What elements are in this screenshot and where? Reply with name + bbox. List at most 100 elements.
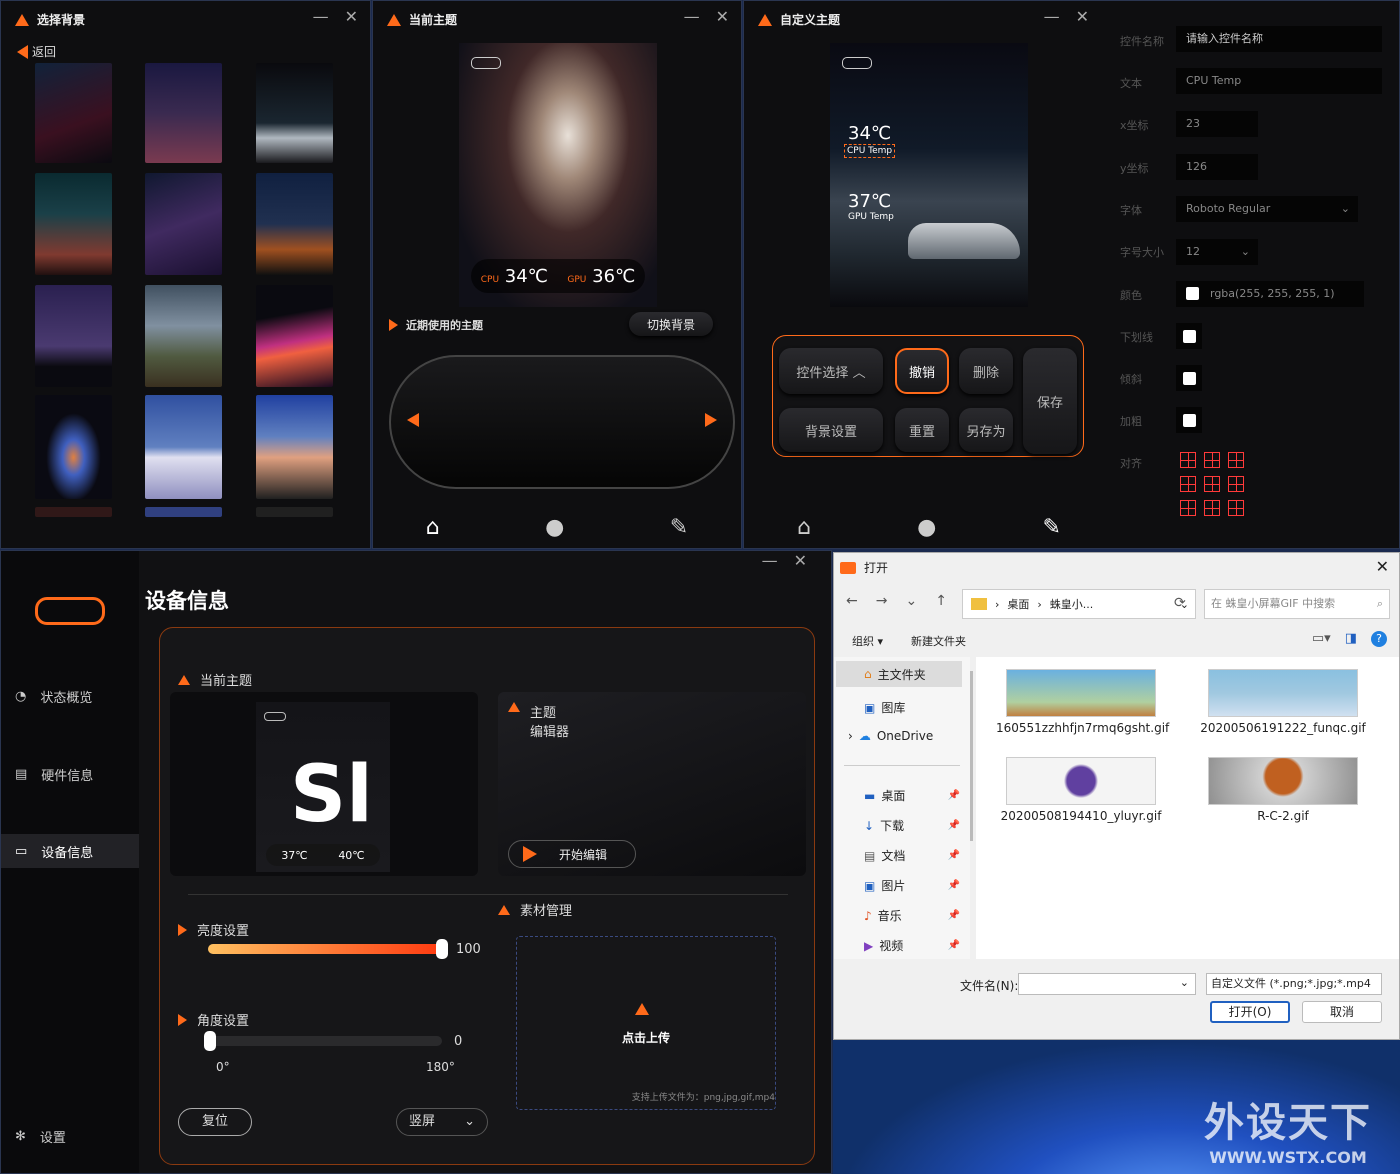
minimize-button[interactable]: — [1044,7,1060,26]
save-button[interactable]: 保存 [1023,348,1077,454]
current-theme-card[interactable]: Sl 37℃ 40℃ [170,692,478,876]
view-icon[interactable]: ▭▾ [1312,631,1331,647]
underline-checkbox[interactable] [1183,330,1196,343]
quick-pictures[interactable]: ▣ 图片 📌 [864,877,960,894]
background-thumbnail[interactable] [145,63,222,163]
recent-themes-carousel[interactable] [389,355,735,489]
background-thumbnail[interactable] [35,507,112,517]
open-button[interactable]: 打开(O) [1210,1001,1290,1023]
minimize-button[interactable]: — [313,7,329,26]
close-button[interactable]: ✕ [1376,557,1389,576]
sidebar-item-hardware[interactable]: ▤ 硬件信息 [1,757,139,791]
close-button[interactable]: ✕ [716,7,729,26]
scrollbar[interactable] [970,671,973,841]
sidebar-item-device[interactable]: ▭ 设备信息 [1,834,139,868]
align-bottom-left-icon[interactable] [1180,500,1196,516]
text-input[interactable]: CPU Temp [1176,68,1382,94]
chevron-down-icon[interactable]: ⌄ [905,593,917,609]
quick-desktop[interactable]: ▬ 桌面 📌 [864,787,960,804]
save-as-button[interactable]: 另存为 [959,408,1013,452]
cancel-button[interactable]: 取消 [1302,1001,1382,1023]
align-top-center-icon[interactable] [1204,452,1220,468]
organize-button[interactable]: 组织 ▾ [852,633,883,649]
back-button[interactable]: 返回 [17,43,56,60]
background-thumbnail[interactable] [256,173,333,275]
file-type-select[interactable]: 自定义文件 (*.png;*.jpg;*.mp4 [1206,973,1382,995]
align-top-left-icon[interactable] [1180,452,1196,468]
align-center-icon[interactable] [1204,476,1220,492]
minimize-button[interactable]: — [762,551,778,570]
arrow-left-icon[interactable] [407,413,419,427]
delete-button[interactable]: 删除 [959,348,1013,394]
reset-button[interactable]: 重置 [895,408,949,452]
quick-videos[interactable]: ▶ 视频 📌 [864,937,960,954]
sidebar-item-status[interactable]: ◔ 状态概览 [1,679,139,713]
background-thumbnail[interactable] [145,395,222,499]
arrow-right-icon[interactable] [705,413,717,427]
brightness-slider[interactable] [208,939,448,959]
y-input[interactable]: 126 [1176,154,1258,180]
align-middle-left-icon[interactable] [1180,476,1196,492]
back-icon[interactable]: ← [846,593,858,609]
background-thumbnail[interactable] [256,507,333,517]
nav-home[interactable]: ⌂ 主文件夹 [836,661,962,687]
control-select-button[interactable]: 控件选择 ︿ [779,348,883,394]
home-icon[interactable]: ⌂ [426,515,440,540]
x-input[interactable]: 23 [1176,111,1258,137]
align-top-right-icon[interactable] [1228,452,1244,468]
name-input[interactable]: 请输入控件名称 [1176,26,1382,52]
size-select[interactable]: 12 ⌄ [1176,239,1258,265]
preview-cpu-temp[interactable]: 34℃ CPU Temp [844,123,896,158]
start-edit-button[interactable]: 开始编辑 [508,840,636,868]
new-folder-button[interactable]: 新建文件夹 [911,633,966,649]
close-button[interactable]: ✕ [345,7,358,26]
file-item[interactable]: 160551zzhhfjn7rmq6gsht.gif [996,669,1169,735]
file-item[interactable]: 20200506191222_funqc.gif [1198,669,1368,735]
up-icon[interactable]: ↑ [935,593,947,609]
angle-handle[interactable] [204,1031,216,1051]
background-thumbnail[interactable] [256,395,333,499]
forward-icon[interactable]: → [876,593,888,609]
palette-icon[interactable]: ● [545,515,564,540]
help-icon[interactable]: ? [1371,631,1387,647]
align-bottom-center-icon[interactable] [1204,500,1220,516]
filename-input[interactable]: ⌄ [1018,973,1196,995]
switch-background-button[interactable]: 切换背景 [629,312,713,336]
minimize-button[interactable]: — [684,7,700,26]
color-swatch[interactable] [1186,287,1199,300]
file-item[interactable]: R-C-2.gif [1198,757,1368,823]
pane-icon[interactable]: ◨ [1345,631,1357,647]
preview-gpu-temp[interactable]: 37℃ GPU Temp [848,191,894,222]
close-button[interactable]: ✕ [1076,7,1089,26]
reset-button[interactable]: 复位 [178,1108,252,1136]
background-thumbnail[interactable] [145,173,222,275]
undo-button[interactable]: 撤销 [895,348,949,394]
nav-gallery[interactable]: ▣ 图库 [864,699,905,716]
background-thumbnail[interactable] [256,285,333,387]
quick-downloads[interactable]: ↓ 下载 📌 [864,817,960,834]
align-bottom-right-icon[interactable] [1228,500,1244,516]
background-thumbnail[interactable] [256,63,333,163]
quick-music[interactable]: ♪ 音乐 📌 [864,907,960,924]
background-thumbnail[interactable] [35,285,112,387]
edit-icon[interactable]: ✎ [1042,515,1060,540]
background-thumbnail[interactable] [145,507,222,517]
font-select[interactable]: Roboto Regular ⌄ [1176,196,1358,222]
home-icon[interactable]: ⌂ [797,515,811,540]
upload-area[interactable]: 点击上传 支持上传文件为：png,jpg,gif,mp4 [516,936,776,1110]
address-bar[interactable]: › 桌面 › 蛛皇小... ⌄ [962,589,1196,619]
color-input[interactable]: rgba(255, 255, 255, 1) [1176,281,1364,307]
file-item[interactable]: 20200508194410_yluyr.gif [996,757,1166,823]
bold-checkbox[interactable] [1183,414,1196,427]
background-thumbnail[interactable] [35,395,112,499]
background-settings-button[interactable]: 背景设置 [779,408,883,452]
background-thumbnail[interactable] [145,285,222,387]
align-middle-right-icon[interactable] [1228,476,1244,492]
nav-onedrive[interactable]: › ☁ OneDrive [848,729,933,743]
orientation-select[interactable]: 竖屏 ⌄ [396,1108,488,1136]
close-button[interactable]: ✕ [794,551,807,570]
refresh-icon[interactable]: ⟳ [1174,595,1186,611]
search-input[interactable]: 在 蛛皇小屏幕GIF 中搜索 ⌕ [1204,589,1390,619]
angle-slider[interactable] [204,1031,442,1051]
background-thumbnail[interactable] [35,173,112,275]
